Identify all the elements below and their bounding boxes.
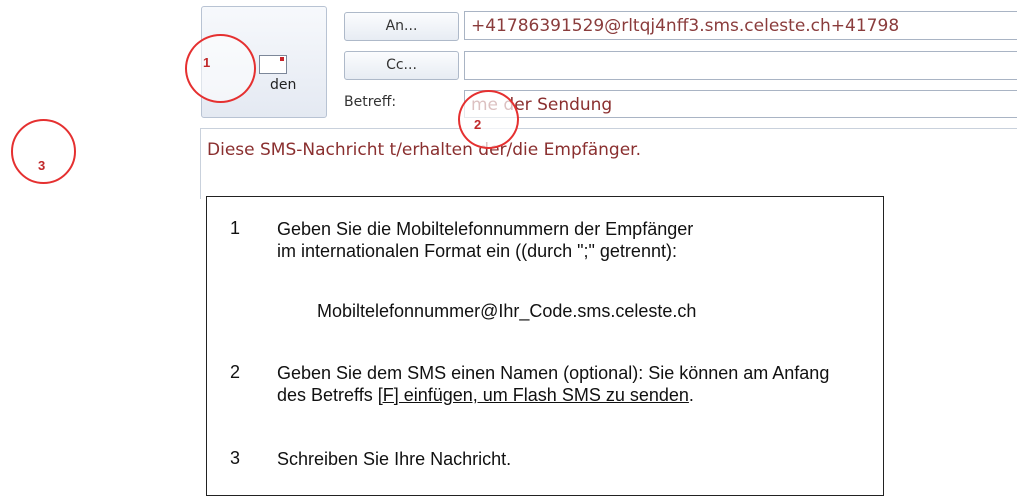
callout-marker-1: 1 <box>185 34 256 103</box>
message-body-text: Diese SMS-Nachricht t/erhalten der/die E… <box>207 140 641 160</box>
legend-number: 3 <box>230 448 241 468</box>
envelope-icon <box>259 55 287 74</box>
legend-number: 2 <box>230 362 241 382</box>
legend-line: im internationalen Format ein ((durch ";… <box>277 241 677 261</box>
message-body[interactable] <box>200 128 1017 199</box>
callout-number: 1 <box>203 55 211 70</box>
legend-text: Schreiben Sie Ihre Nachricht. <box>277 449 512 469</box>
callout-marker-2: 2 <box>458 90 519 149</box>
legend-text: Geben Sie die Mobiltelefonnummern der Em… <box>277 218 837 262</box>
callout-number: 3 <box>38 158 46 173</box>
address-example: Mobiltelefonnummer@Ihr_Code.sms.celeste.… <box>317 301 697 321</box>
cc-button[interactable]: Cc... <box>344 51 459 80</box>
callout-number: 2 <box>474 117 482 132</box>
send-button-label: den <box>270 77 297 93</box>
subject-label: Betreff: <box>344 94 397 110</box>
legend-text-underlined: [F] einfügen, um Flash SMS zu senden <box>377 385 689 405</box>
legend-text: Geben Sie dem SMS einen Namen (optional)… <box>277 362 837 406</box>
to-field[interactable]: +41786391529@rltqj4nff3.sms.celeste.ch+4… <box>464 11 1017 40</box>
callout-marker-3: 3 <box>11 119 76 184</box>
legend-number: 1 <box>230 218 241 238</box>
subject-field[interactable]: me der Sendung <box>464 90 1017 118</box>
legend-text-end: . <box>688 385 694 405</box>
legend-line: Geben Sie die Mobiltelefonnummern der Em… <box>277 219 694 239</box>
to-button[interactable]: An... <box>344 12 459 41</box>
instruction-legend: 1 Geben Sie die Mobiltelefonnummern der … <box>206 196 884 496</box>
cc-field[interactable] <box>464 51 1017 80</box>
